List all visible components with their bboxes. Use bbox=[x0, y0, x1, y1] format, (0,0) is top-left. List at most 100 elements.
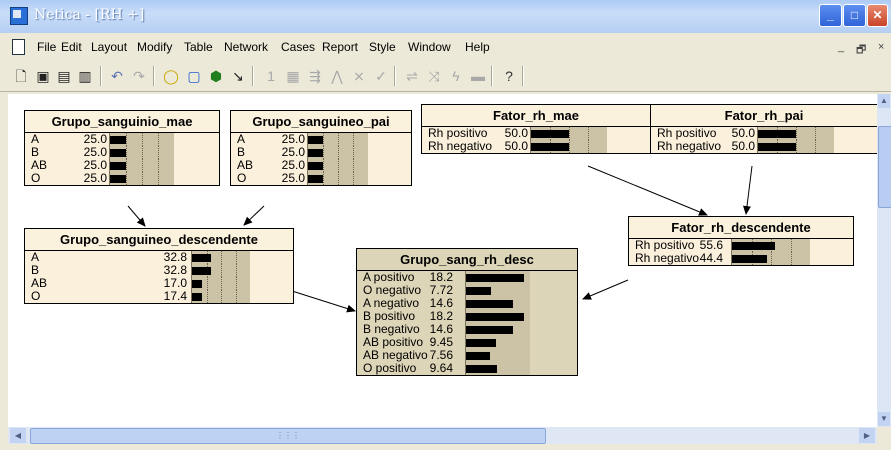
state-row[interactable]: O 17.4 bbox=[25, 290, 293, 303]
reverse-icon[interactable]: ⨯ bbox=[350, 67, 368, 85]
belief-bar-track bbox=[731, 239, 810, 252]
vertical-scrollbar[interactable]: ▲ ▼ bbox=[877, 94, 891, 427]
bar-tick bbox=[221, 290, 223, 303]
mdi-minimize-button[interactable]: _ bbox=[838, 41, 844, 53]
state-row[interactable]: B 25.0 bbox=[231, 146, 411, 159]
bar-tick bbox=[221, 277, 223, 290]
link-mae-to-desc bbox=[127, 205, 146, 227]
belief-bar bbox=[758, 143, 796, 151]
nature-node-icon[interactable]: ◯ bbox=[162, 67, 180, 85]
node-fator-rh-descendente[interactable]: Fator_rh_descendente Rh positivo 55.6 Rh n… bbox=[628, 216, 854, 266]
belief-bar bbox=[308, 149, 323, 157]
bar-tick bbox=[338, 133, 340, 146]
belief-bar bbox=[110, 175, 126, 183]
belief-bar bbox=[466, 339, 496, 347]
bar-tick bbox=[158, 146, 160, 159]
bar-tick bbox=[791, 252, 793, 265]
maximize-button[interactable]: □ bbox=[843, 4, 866, 27]
belief-bar bbox=[531, 143, 569, 151]
open-icon[interactable]: ▥ bbox=[76, 67, 94, 85]
node-title: Grupo_sanguineo_pai bbox=[231, 111, 411, 133]
absorb-icon[interactable]: ⋀ bbox=[328, 67, 346, 85]
check-icon[interactable]: ✓ bbox=[372, 67, 390, 85]
toolbar-separator bbox=[522, 66, 524, 86]
transfer-icon[interactable]: ⇌ bbox=[403, 67, 421, 85]
compile-icon[interactable]: ▤ bbox=[55, 67, 73, 85]
title-bar: Netica - [RH +] _ □ ✕ bbox=[0, 0, 891, 33]
belief-bar-track bbox=[465, 310, 530, 323]
menu-report[interactable]: Report bbox=[322, 40, 358, 54]
node-grupo-sanguineo-descendente[interactable]: Grupo_sanguineo_descendente A 32.8 B 32.8 AB… bbox=[24, 228, 294, 304]
belief-bar-track bbox=[191, 290, 250, 303]
node-fator-rh-pai[interactable]: Fator_rh_pai Rh positivo 50.0 Rh negativo 5… bbox=[650, 104, 877, 154]
state-row[interactable]: A 25.0 bbox=[25, 133, 219, 146]
toolbar: 🗋 ▣ ▤ ▥ ↶ ↷ ◯ ▢ ⬢ ↘ 1 ▦ ⇶ ⋀ ⨯ ✓ ⇌ ⤨ ϟ ▬ … bbox=[0, 60, 891, 92]
vertical-scroll-thumb[interactable] bbox=[878, 126, 891, 208]
node-grupo-sanguineo-pai[interactable]: Grupo_sanguineo_pai A 25.0 B 25.0 AB 25.0 O 25.… bbox=[230, 110, 412, 186]
state-row[interactable]: B 32.8 bbox=[25, 264, 293, 277]
state-row[interactable]: Rh negativo 50.0 bbox=[422, 140, 650, 153]
node-grupo-sanguinio-mae[interactable]: Grupo_sanguinio_mae A 25.0 B 25.0 AB 25.0 O 25.… bbox=[24, 110, 220, 186]
menu-modify[interactable]: Modify bbox=[137, 40, 172, 54]
state-row[interactable]: Rh negativo 44.4 bbox=[629, 252, 853, 265]
one-icon[interactable]: 1 bbox=[262, 67, 280, 85]
state-row[interactable]: O positivo 9.64 bbox=[357, 362, 577, 375]
scroll-left-icon[interactable]: ◀ bbox=[10, 428, 26, 443]
state-row[interactable]: O 25.0 bbox=[25, 172, 219, 185]
document-icon[interactable] bbox=[12, 39, 25, 55]
horizontal-scroll-thumb[interactable]: ⋮⋮⋮ bbox=[30, 428, 546, 444]
bar-tick bbox=[158, 172, 160, 185]
findings-icon[interactable]: ϟ bbox=[447, 67, 465, 85]
bar-icon[interactable]: ▬ bbox=[469, 67, 487, 85]
state-label: O bbox=[237, 171, 247, 185]
decision-node-icon[interactable]: ▢ bbox=[185, 67, 203, 85]
state-row[interactable]: AB 17.0 bbox=[25, 277, 293, 290]
node-grupo-sang-rh-desc[interactable]: Grupo_sang_rh_desc A positivo 18.2 O negat… bbox=[356, 248, 578, 376]
undo-icon[interactable]: ↶ bbox=[108, 67, 126, 85]
netica-app-icon bbox=[10, 7, 28, 25]
state-row[interactable]: O 25.0 bbox=[231, 172, 411, 185]
scroll-up-icon[interactable]: ▲ bbox=[878, 94, 890, 108]
bar-tick bbox=[338, 159, 340, 172]
menu-layout[interactable]: Layout bbox=[91, 40, 127, 54]
menu-edit[interactable]: Edit bbox=[61, 40, 82, 54]
menu-network[interactable]: Network bbox=[224, 40, 268, 54]
save-icon[interactable]: ▣ bbox=[34, 67, 52, 85]
state-row[interactable]: A 25.0 bbox=[231, 133, 411, 146]
belief-bar bbox=[192, 267, 211, 275]
node-fator-rh-mae[interactable]: Fator_rh_mae Rh positivo 50.0 Rh negativo 5… bbox=[421, 104, 651, 154]
mdi-restore-button[interactable]: 🗗 bbox=[856, 41, 866, 60]
bar-tick bbox=[353, 146, 355, 159]
menu-file[interactable]: File bbox=[37, 40, 56, 54]
menu-cases[interactable]: Cases bbox=[281, 40, 315, 54]
state-list: A positivo 18.2 O negativo 7.72 A negativo 14… bbox=[357, 271, 577, 375]
network-canvas[interactable]: Grupo_sanguinio_mae A 25.0 B 25.0 AB 25.0 O 25.… bbox=[8, 94, 877, 427]
window-title: Netica - [RH +] bbox=[34, 7, 145, 23]
scroll-down-icon[interactable]: ▼ bbox=[878, 412, 890, 426]
link-tool-icon[interactable]: ↘ bbox=[229, 67, 247, 85]
menu-window[interactable]: Window bbox=[408, 40, 451, 54]
close-button[interactable]: ✕ bbox=[867, 4, 888, 27]
menu-table[interactable]: Table bbox=[184, 40, 213, 54]
state-list: A 32.8 B 32.8 AB 17.0 O 17.4 bbox=[25, 251, 293, 303]
redo-icon[interactable]: ↷ bbox=[130, 67, 148, 85]
state-row[interactable]: B 25.0 bbox=[25, 146, 219, 159]
utility-node-icon[interactable]: ⬢ bbox=[207, 67, 225, 85]
sensitivity-icon[interactable]: ⤨ bbox=[425, 67, 443, 85]
minimize-button[interactable]: _ bbox=[819, 4, 842, 27]
state-row[interactable]: Rh negativo 50.0 bbox=[651, 140, 877, 153]
table-icon[interactable]: ▦ bbox=[284, 67, 302, 85]
state-row[interactable]: A 32.8 bbox=[25, 251, 293, 264]
scroll-right-icon[interactable]: ▶ bbox=[859, 428, 875, 443]
help-icon[interactable]: ? bbox=[500, 67, 518, 85]
mdi-close-button[interactable]: × bbox=[878, 41, 884, 53]
horizontal-scrollbar[interactable]: ◀ ⋮⋮⋮ ▶ bbox=[8, 427, 877, 444]
state-list: Rh positivo 50.0 Rh negativo 50.0 bbox=[422, 127, 650, 153]
new-icon[interactable]: 🗋 bbox=[12, 67, 30, 85]
state-row[interactable]: AB 25.0 bbox=[231, 159, 411, 172]
menu-style[interactable]: Style bbox=[369, 40, 396, 54]
state-value: 44.4 bbox=[699, 251, 723, 265]
menu-help[interactable]: Help bbox=[465, 40, 490, 54]
arrange-icon[interactable]: ⇶ bbox=[306, 67, 324, 85]
state-row[interactable]: AB 25.0 bbox=[25, 159, 219, 172]
